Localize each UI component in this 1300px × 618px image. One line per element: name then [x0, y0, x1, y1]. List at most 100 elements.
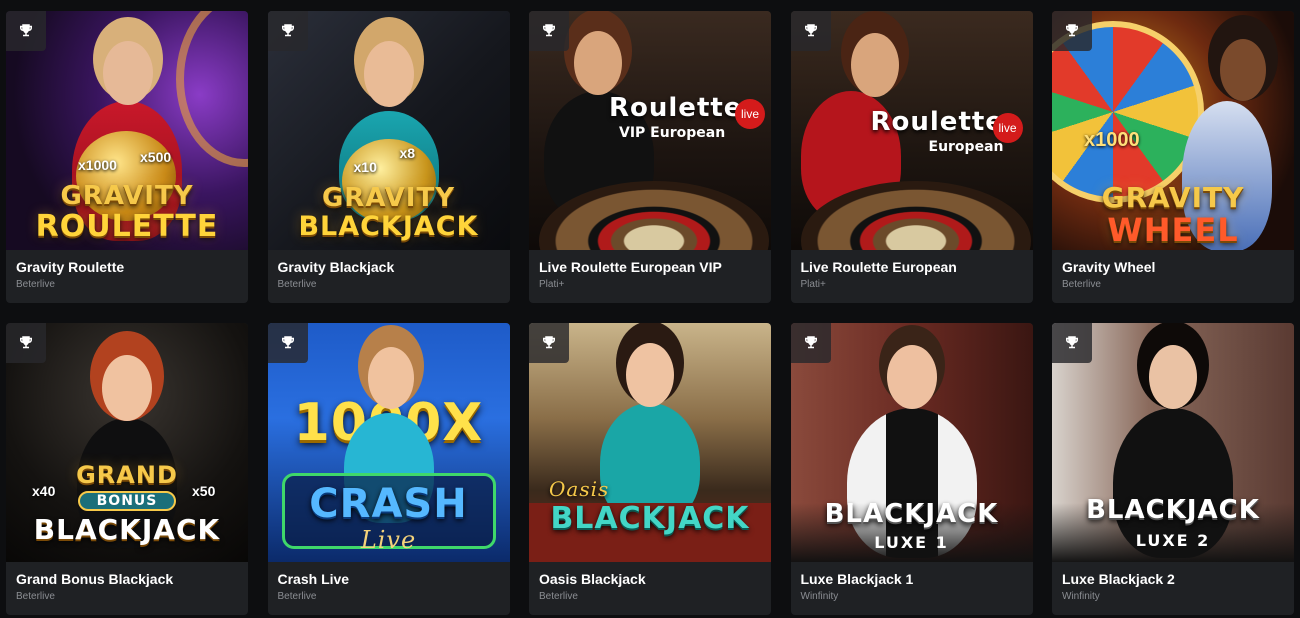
art-title-line1: GRAVITY	[1101, 181, 1245, 214]
game-thumbnail[interactable]: Roulette VIP European live	[529, 11, 771, 250]
art-title-line2: VIP European	[619, 125, 726, 141]
art-title-line2: BLACKJACK	[550, 501, 750, 536]
art-title-line2: LUXE 1	[874, 533, 949, 552]
host-head	[363, 41, 414, 107]
trophy-badge	[6, 323, 46, 363]
art-title-line1: GRAND	[76, 461, 178, 489]
game-thumbnail[interactable]: 1000X CRASH Live	[267, 323, 510, 562]
game-title[interactable]: Gravity Blackjack	[278, 258, 500, 276]
game-provider: Beterlive	[539, 591, 578, 602]
game-thumbnail[interactable]: x1000 x500 GRAVITY ROULETTE	[6, 11, 248, 250]
game-title[interactable]: Crash Live	[278, 570, 500, 588]
game-card[interactable]: x1000 x500 GRAVITY ROULETTE Gravity Roul…	[6, 11, 248, 303]
game-title[interactable]: Luxe Blackjack 2	[1062, 570, 1284, 588]
art-title-line1: BLACKJACK	[1086, 495, 1260, 525]
art-title-line2: ROULETTE	[35, 209, 219, 244]
game-grid: x1000 x500 GRAVITY ROULETTE Gravity Roul…	[6, 11, 1294, 615]
game-title[interactable]: Grand Bonus Blackjack	[16, 570, 238, 588]
game-title[interactable]: Live Roulette European VIP	[539, 258, 761, 276]
art-title-line1: Oasis	[549, 477, 610, 501]
game-card[interactable]: Roulette European live Live Roulette Eur…	[790, 11, 1033, 303]
trophy-icon	[1066, 336, 1078, 349]
game-thumbnail[interactable]: BLACKJACK LUXE 2	[1052, 323, 1294, 562]
game-thumbnail[interactable]: x10 x8 GRAVITY BLACKJACK	[267, 11, 510, 250]
trophy-badge	[267, 323, 308, 363]
art-title-line2: European	[928, 139, 1004, 155]
game-thumbnail[interactable]: Roulette European live	[790, 11, 1033, 250]
game-card[interactable]: x1000 GRAVITY WHEEL Gravity Wheel Beterl…	[1052, 11, 1294, 303]
multiplier-a: x1000	[78, 157, 117, 173]
art-title-line1: GRAVITY	[60, 181, 194, 211]
art-title-line1: CRASH	[309, 481, 468, 527]
trophy-icon	[20, 24, 32, 37]
decor-ring	[176, 11, 248, 167]
game-provider: Plati+	[539, 279, 565, 290]
live-badge: live	[735, 99, 765, 129]
host-head	[1149, 345, 1197, 409]
art-title-line2: Live	[360, 526, 417, 554]
host-head	[1220, 39, 1266, 101]
multiplier-a: x1000	[1084, 129, 1140, 151]
game-provider: Beterlive	[1062, 279, 1101, 290]
game-thumbnail[interactable]: x1000 GRAVITY WHEEL	[1052, 11, 1294, 250]
art-title-line2: WHEEL	[1107, 211, 1239, 249]
trophy-badge	[529, 11, 569, 51]
trophy-icon	[281, 336, 294, 349]
game-thumbnail[interactable]: x40 x50 GRAND BONUS BLACKJACK	[6, 323, 248, 562]
game-card[interactable]: BLACKJACK LUXE 2 Luxe Blackjack 2 Winfin…	[1052, 323, 1294, 615]
trophy-badge	[1052, 11, 1092, 51]
trophy-icon	[20, 336, 32, 349]
art-title-line2: BLACKJACK	[33, 513, 221, 546]
host-head	[367, 347, 414, 409]
host-head	[886, 345, 937, 409]
multiplier-b: x500	[140, 149, 172, 165]
game-card[interactable]: 1000X CRASH Live Crash Live Beterlive	[267, 323, 510, 615]
game-title[interactable]: Oasis Blackjack	[539, 570, 761, 588]
game-provider: Plati+	[800, 279, 826, 290]
art-title-mid: BONUS	[78, 491, 176, 511]
game-card[interactable]: x10 x8 GRAVITY BLACKJACK Gravity Blackja…	[267, 11, 510, 303]
host-head	[574, 31, 622, 95]
art-title-line1: BLACKJACK	[824, 499, 999, 529]
trophy-icon	[543, 336, 555, 349]
game-thumbnail[interactable]: BLACKJACK LUXE 1	[790, 323, 1033, 562]
game-provider: Winfinity	[1062, 591, 1100, 602]
host-head	[103, 41, 153, 105]
host-head	[850, 33, 899, 97]
trophy-icon	[804, 24, 817, 37]
multiplier-b: x8	[399, 145, 416, 161]
trophy-badge	[1052, 323, 1092, 363]
trophy-badge	[790, 323, 831, 363]
game-provider: Beterlive	[16, 279, 55, 290]
host-head	[626, 343, 674, 407]
art-title-line1: Roulette	[870, 107, 1004, 137]
trophy-badge	[790, 11, 831, 51]
art-title-line2: BLACKJACK	[298, 211, 479, 242]
game-title[interactable]: Gravity Wheel	[1062, 258, 1284, 276]
trophy-icon	[543, 24, 555, 37]
game-provider: Beterlive	[277, 279, 317, 290]
game-title[interactable]: Live Roulette European	[801, 258, 1023, 276]
game-provider: Beterlive	[277, 591, 317, 602]
game-card[interactable]: Oasis BLACKJACK Oasis Blackjack Beterliv…	[529, 323, 771, 615]
trophy-badge	[529, 323, 569, 363]
live-badge: live	[992, 113, 1023, 143]
multiplier-a: x10	[353, 159, 377, 175]
game-card[interactable]: Roulette VIP European live Live Roulette…	[529, 11, 771, 303]
game-thumbnail[interactable]: Oasis BLACKJACK	[529, 323, 771, 562]
trophy-badge	[6, 11, 46, 51]
art-title-line1: GRAVITY	[321, 183, 456, 213]
trophy-badge	[267, 11, 308, 51]
game-provider: Winfinity	[800, 591, 839, 602]
game-title[interactable]: Luxe Blackjack 1	[801, 570, 1023, 588]
game-provider: Beterlive	[16, 591, 55, 602]
game-title[interactable]: Gravity Roulette	[16, 258, 238, 276]
host-head	[102, 355, 152, 421]
game-card[interactable]: x40 x50 GRAND BONUS BLACKJACK Grand Bonu…	[6, 323, 248, 615]
art-title-line2: LUXE 2	[1135, 531, 1211, 550]
art-title-line1: Roulette	[609, 93, 743, 123]
trophy-icon	[1066, 24, 1078, 37]
trophy-icon	[804, 336, 817, 349]
game-card[interactable]: BLACKJACK LUXE 1 Luxe Blackjack 1 Winfin…	[790, 323, 1033, 615]
trophy-icon	[281, 24, 294, 37]
